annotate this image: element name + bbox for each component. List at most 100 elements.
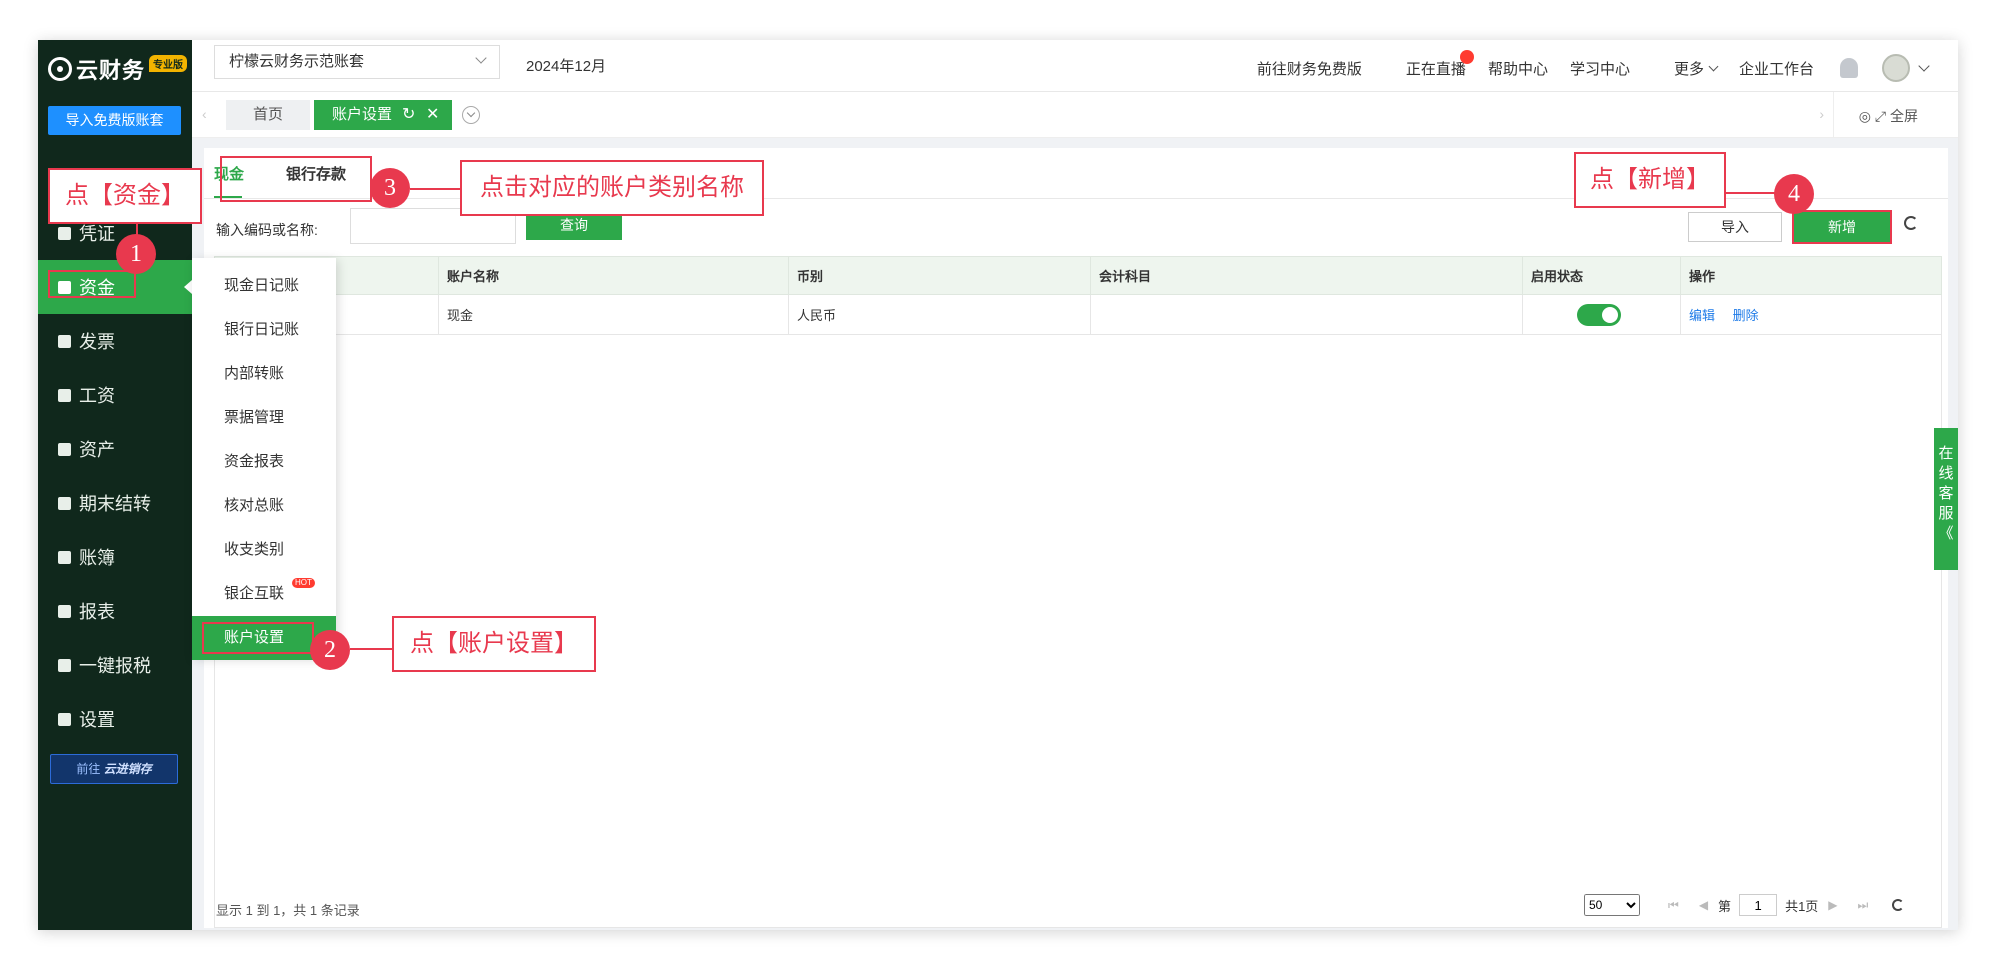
accounting-period: 2024年12月	[526, 58, 607, 75]
pagination: 50 ⏮ ◀ 第 共1页 ▶ ⏭	[1584, 894, 1905, 916]
submenu-bank-journal[interactable]: 银行日记账	[192, 308, 336, 352]
gear-icon	[58, 712, 71, 726]
tab-home[interactable]: 首页	[226, 100, 310, 130]
logo-icon	[48, 57, 72, 81]
link-live[interactable]: 正在直播	[1384, 49, 1474, 79]
link-free-version[interactable]: 前往财务免费版	[1257, 58, 1362, 79]
chevron-down-icon	[1708, 61, 1719, 71]
tabs-dropdown-icon[interactable]	[462, 106, 480, 124]
sidebar-item-salary[interactable]: 工资	[38, 368, 192, 422]
cell-account-name: 现金	[438, 294, 789, 335]
service-char: 客	[1938, 485, 1954, 502]
sidebar-nav: 首页 凭证 资金 发票 工资 资产 期末结转 账簿 报表 一键报税 设置	[38, 152, 192, 746]
annotation-highlight-add	[1792, 210, 1892, 244]
submenu-funds-report[interactable]: 资金报表	[192, 440, 336, 484]
annotation-step2-number: 2	[310, 630, 350, 670]
sidebar-item-period-close[interactable]: 期末结转	[38, 476, 192, 530]
sidebar-item-assets[interactable]: 资产	[38, 422, 192, 476]
goto-inventory-button[interactable]: 前往 云进销存	[50, 754, 178, 784]
submenu-bank-enterprise[interactable]: 银企互联 HOT	[192, 572, 336, 616]
annotation-step2-text: 点【账户设置】	[392, 616, 596, 672]
collapse-icon: 《	[1938, 525, 1954, 542]
tab-label: 账户设置	[332, 106, 393, 123]
link-help-center[interactable]: 帮助中心	[1488, 58, 1548, 79]
bell-icon[interactable]	[1840, 58, 1858, 78]
edition-badge: 专业版	[149, 54, 188, 72]
close-icon[interactable]: ✕	[426, 100, 439, 130]
sidebar-item-label: 资产	[79, 440, 115, 460]
cell-enabled	[1522, 294, 1681, 335]
page-size-select[interactable]: 50	[1584, 894, 1640, 916]
sidebar-item-reports[interactable]: 报表	[38, 584, 192, 638]
submenu-income-expense-types[interactable]: 收支类别	[192, 528, 336, 572]
percent-icon	[58, 496, 71, 510]
service-char: 线	[1938, 465, 1954, 482]
link-more[interactable]: 更多	[1652, 58, 1719, 79]
edit-link[interactable]: 编辑	[1689, 308, 1715, 323]
accounts-table: 编码 账户名称 币别 会计科目 启用状态 操作 现金 人民币 编辑	[214, 256, 1942, 335]
service-char: 在	[1938, 445, 1954, 462]
online-service-tab[interactable]: 在 线 客 服 《	[1934, 428, 1958, 570]
link-more-label: 更多	[1673, 60, 1704, 78]
next-page-icon[interactable]: ▶	[1828, 898, 1837, 912]
main-content: 现金 银行存款 输入编码或名称: 查询 导入 新增 编码 账户名称 币别 会计科…	[204, 148, 1948, 928]
col-currency: 币别	[788, 256, 1091, 295]
fullscreen-button[interactable]: ◎ ⤢ 全屏	[1859, 106, 1918, 126]
sidebar-item-settings[interactable]: 设置	[38, 692, 192, 746]
prev-page-icon[interactable]: ◀	[1699, 898, 1708, 912]
annotation-connector	[1726, 192, 1778, 194]
service-char: 服	[1938, 505, 1954, 522]
cell-subject	[1090, 294, 1523, 335]
page-total: 共1页	[1785, 898, 1819, 914]
submenu-internal-transfer[interactable]: 内部转账	[192, 352, 336, 396]
delete-link[interactable]: 删除	[1733, 308, 1759, 323]
submenu-label: 银企互联	[224, 585, 285, 602]
sidebar-item-tax[interactable]: 一键报税	[38, 638, 192, 692]
link-learning-center[interactable]: 学习中心	[1570, 58, 1630, 79]
sidebar-item-label: 账簿	[79, 548, 115, 568]
ledger-icon	[58, 550, 71, 564]
refresh-icon[interactable]	[1904, 216, 1918, 230]
annotation-step1-text: 点【资金】	[48, 168, 202, 224]
tabs-divider	[1833, 92, 1834, 138]
sidebar-item-invoice[interactable]: 发票	[38, 314, 192, 368]
fullscreen-label: 全屏	[1890, 108, 1918, 124]
submenu-cash-journal[interactable]: 现金日记账	[192, 264, 336, 308]
annotation-step1-number: 1	[116, 234, 156, 274]
link-enterprise-workbench[interactable]: 企业工作台	[1739, 58, 1814, 79]
last-page-icon[interactable]: ⏭	[1858, 898, 1869, 913]
annotation-highlight-account-settings	[202, 622, 314, 654]
tabs-scroll-left-icon[interactable]: ‹	[202, 106, 207, 122]
voucher-icon	[58, 226, 71, 240]
annotation-step3-number: 3	[370, 168, 410, 208]
import-free-account-button[interactable]: 导入免费版账套	[48, 106, 181, 135]
account-set-select[interactable]: 柠檬云财务示范账套	[214, 45, 500, 79]
logo-text: 云财务	[76, 58, 146, 83]
cell-actions: 编辑 删除	[1680, 294, 1942, 335]
link-live-label: 正在直播	[1405, 60, 1466, 78]
cell-currency: 人民币	[788, 294, 1091, 335]
report-icon	[58, 604, 71, 618]
search-label: 输入编码或名称:	[216, 222, 318, 238]
import-button[interactable]: 导入	[1688, 212, 1782, 242]
enabled-toggle[interactable]	[1577, 303, 1621, 326]
chevron-down-icon[interactable]	[1918, 60, 1930, 72]
annotation-connector	[350, 648, 392, 650]
tabs-scroll-right-icon[interactable]: ›	[1819, 106, 1824, 122]
invoice-icon	[58, 334, 71, 348]
avatar[interactable]	[1882, 54, 1910, 82]
tab-account-settings[interactable]: 账户设置 ↻ ✕	[314, 100, 452, 130]
sidebar-item-ledger[interactable]: 账簿	[38, 530, 192, 584]
annotation-connector	[410, 188, 460, 190]
first-page-icon[interactable]: ⏮	[1668, 898, 1679, 913]
submenu-bill-management[interactable]: 票据管理	[192, 396, 336, 440]
assets-icon	[58, 442, 71, 456]
tax-icon	[58, 658, 71, 672]
col-account-name: 账户名称	[438, 256, 789, 295]
submenu-reconcile-ledger[interactable]: 核对总账	[192, 484, 336, 528]
refresh-icon[interactable]: ↻	[402, 100, 415, 130]
refresh-icon[interactable]	[1892, 899, 1905, 911]
annotation-highlight-type-tabs	[220, 156, 372, 202]
page-number-input[interactable]	[1739, 894, 1778, 916]
annotation-step3-text: 点击对应的账户类别名称	[460, 160, 764, 216]
